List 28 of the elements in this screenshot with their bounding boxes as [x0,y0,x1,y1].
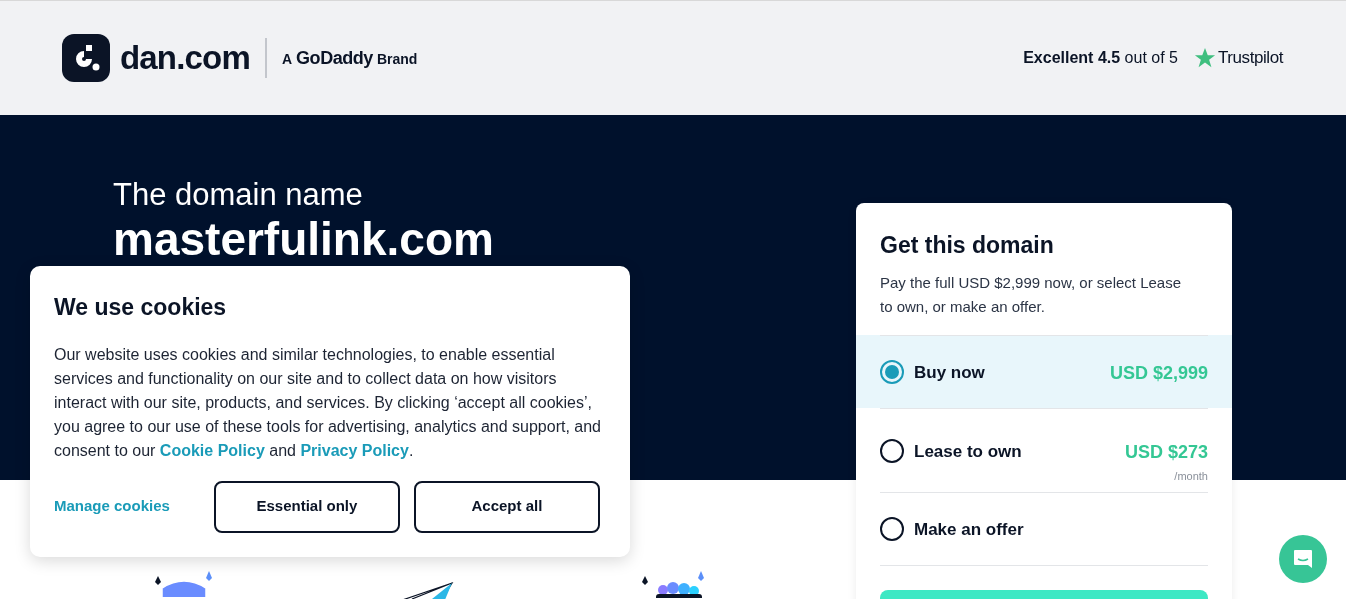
cookie-button[interactable]: Accept all [413,480,600,533]
domain-name: masterfulink.com [113,215,495,263]
chat-button[interactable] [1279,535,1327,583]
trustpilot-text: Trustpilot [1217,47,1283,70]
hero-intro: The domain name [113,177,364,213]
purchase-option[interactable]: Make an offer [880,491,1208,565]
option-label: Buy now [914,361,985,384]
cookie-text: Our website uses cookies and similar technologies, to enable essential services and functionality on our site and to collect data on how visitors interact with our site, products, and services. By clicking ‘accept all cookies’, you agree to our use of these tools for advertising, analytics and support, and consent to our Cookie Policy and Privacy Policy. [54,344,602,461]
option-label: Make an offer [914,518,1024,541]
price-period: /month [1174,468,1208,484]
brand-text: A GoDaddy Brand [281,46,418,70]
basket-icon [642,571,704,598]
cookie-button[interactable]: Essential only [213,480,400,533]
card-description: Pay the full USD $2,999 now, or select Lease to own, or make an offer. [880,272,1182,317]
dialog-title: We use cookies [54,293,228,322]
radio-button[interactable] [880,517,904,542]
option-price: USD $2,999 [1109,361,1208,385]
option-label: Lease to own [914,440,1022,463]
purchase-option[interactable]: Lease to own USD $273 /month [880,407,1208,492]
star-icon [1193,47,1216,69]
rating-text: Excellent 4.5 out of 5 [1023,48,1178,68]
logo-icon [62,34,110,82]
option-price: USD $273 [1124,440,1208,464]
card-title: Get this domain [880,231,1055,260]
logo-text: dan.com [120,38,250,79]
radio-button[interactable] [880,439,904,464]
chat-icon [1292,548,1314,570]
radio-button[interactable] [880,360,904,385]
